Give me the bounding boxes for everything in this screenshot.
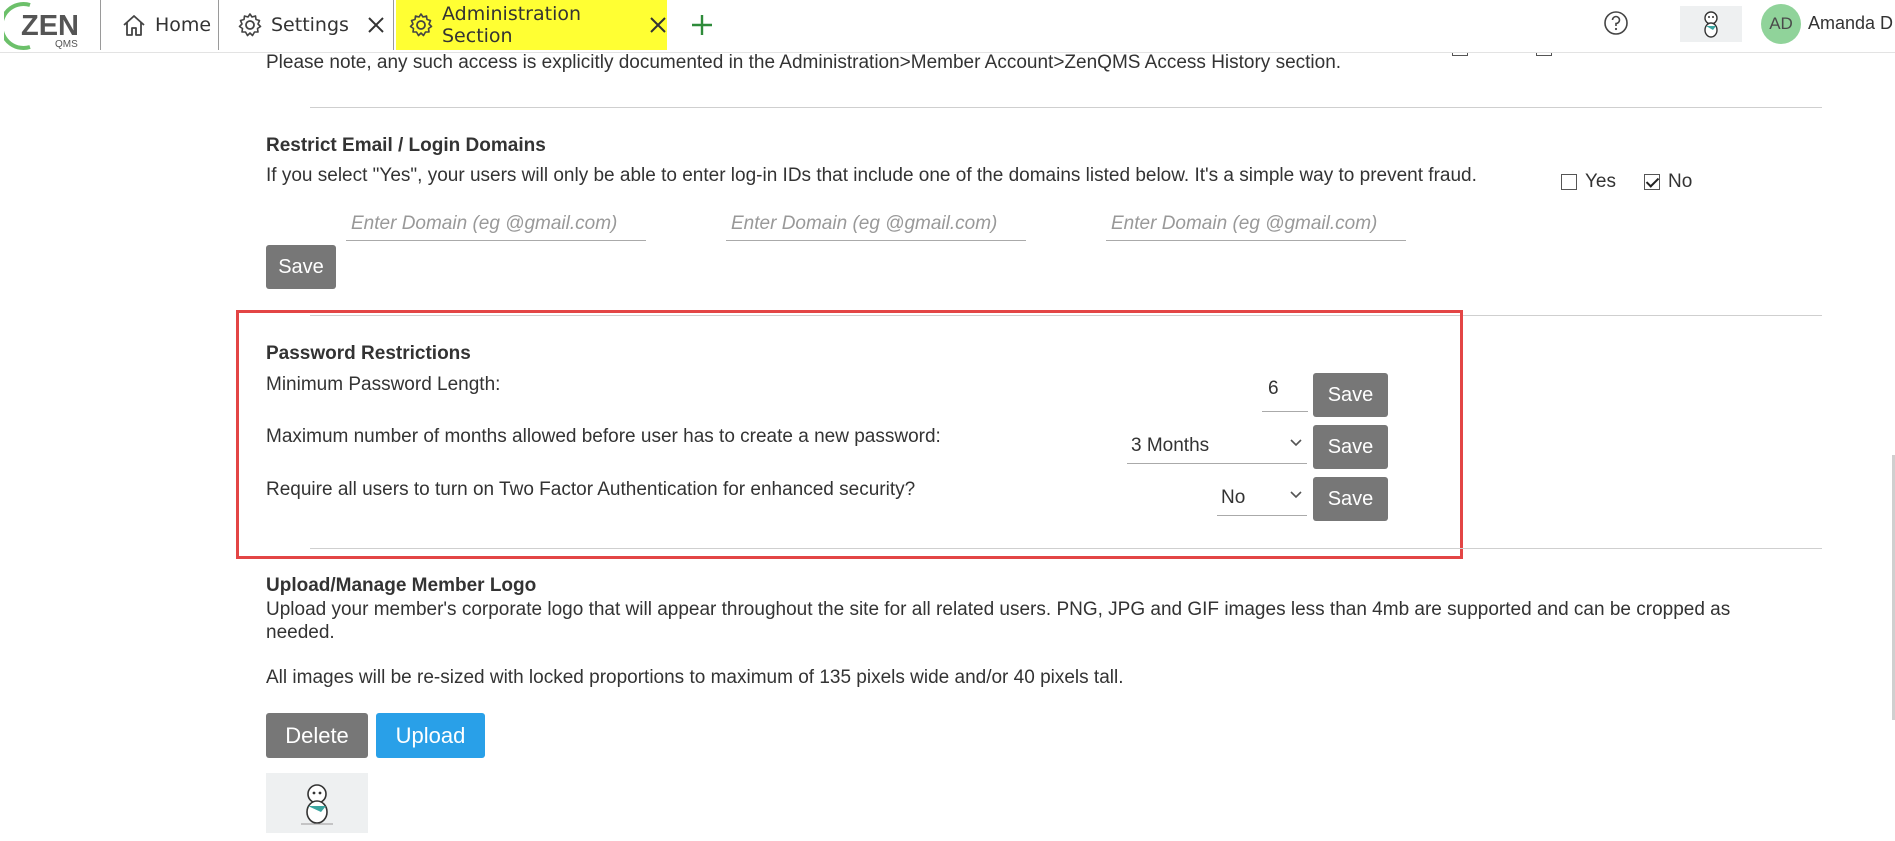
close-icon[interactable] xyxy=(649,16,667,34)
top-bar: ZEN QMS Home Settings Administration Sec… xyxy=(0,0,1895,53)
logo-subtext: QMS xyxy=(55,39,78,50)
member-logo-preview xyxy=(266,773,368,833)
add-tab-button[interactable] xyxy=(674,0,734,50)
tab-home-label: Home xyxy=(155,14,212,36)
restrict-domains-no-checkbox[interactable] xyxy=(1644,174,1660,190)
restrict-domains-description: If you select "Yes", your users will onl… xyxy=(266,165,1477,186)
resize-note: All images will be re-sized with locked … xyxy=(266,667,1124,688)
access-history-note: Please note, any such access is explicit… xyxy=(266,52,1342,73)
section-divider xyxy=(310,548,1822,549)
member-logo-thumbnail[interactable] xyxy=(1680,6,1742,42)
home-icon xyxy=(123,15,145,36)
max-months-label: Maximum number of months allowed before … xyxy=(266,426,941,447)
upload-logo-button[interactable]: Upload xyxy=(376,713,485,758)
two-factor-value: No xyxy=(1221,486,1246,508)
close-icon[interactable] xyxy=(367,16,385,34)
tab-settings[interactable]: Settings xyxy=(219,0,394,50)
save-min-length-button[interactable]: Save xyxy=(1313,373,1388,417)
two-factor-label: Require all users to turn on Two Factor … xyxy=(266,479,916,500)
plus-icon xyxy=(692,15,712,35)
zenqms-logo[interactable]: ZEN QMS xyxy=(0,1,88,51)
member-logo-description-cont: needed. xyxy=(266,622,335,643)
tab-settings-label: Settings xyxy=(271,14,349,36)
domain-input-1[interactable] xyxy=(346,207,646,241)
save-domains-button[interactable]: Save xyxy=(266,245,336,289)
help-icon[interactable] xyxy=(1603,10,1629,36)
gear-icon xyxy=(409,13,433,37)
domain-input-3[interactable] xyxy=(1106,207,1406,241)
tab-administration-label: Administration Section xyxy=(442,3,582,47)
chevron-down-icon xyxy=(1290,439,1302,447)
gear-icon xyxy=(238,13,262,37)
password-restrictions-title: Password Restrictions xyxy=(266,343,471,364)
min-password-length-label: Minimum Password Length: xyxy=(266,374,501,395)
mascot-icon xyxy=(301,784,333,825)
max-months-value: 3 Months xyxy=(1131,434,1210,456)
restrict-domains-title: Restrict Email / Login Domains xyxy=(266,135,546,156)
restrict-domains-yes-label: Yes xyxy=(1585,171,1616,192)
min-password-length-input[interactable]: 6 xyxy=(1262,378,1308,412)
delete-logo-button[interactable]: Delete xyxy=(266,713,368,758)
max-months-select[interactable]: 3 Months xyxy=(1127,428,1307,464)
chevron-down-icon xyxy=(1290,491,1302,499)
member-logo-title: Upload/Manage Member Logo xyxy=(266,575,537,596)
user-name[interactable]: Amanda D xyxy=(1808,13,1893,34)
save-max-months-button[interactable]: Save xyxy=(1313,425,1388,469)
save-two-factor-button[interactable]: Save xyxy=(1313,477,1388,521)
two-factor-select[interactable]: No xyxy=(1217,480,1307,516)
restrict-domains-yes-checkbox[interactable] xyxy=(1561,174,1577,190)
tab-home[interactable]: Home xyxy=(100,0,219,50)
tab-administration-section[interactable]: Administration Section xyxy=(396,0,667,50)
logo-text: ZEN xyxy=(21,10,79,42)
avatar[interactable]: AD xyxy=(1761,4,1801,44)
restrict-domains-no-label: No xyxy=(1668,171,1693,192)
section-divider xyxy=(310,107,1822,108)
domain-input-2[interactable] xyxy=(726,207,1026,241)
member-logo-description: Upload your member's corporate logo that… xyxy=(266,599,1731,620)
mascot-icon xyxy=(1704,11,1718,38)
